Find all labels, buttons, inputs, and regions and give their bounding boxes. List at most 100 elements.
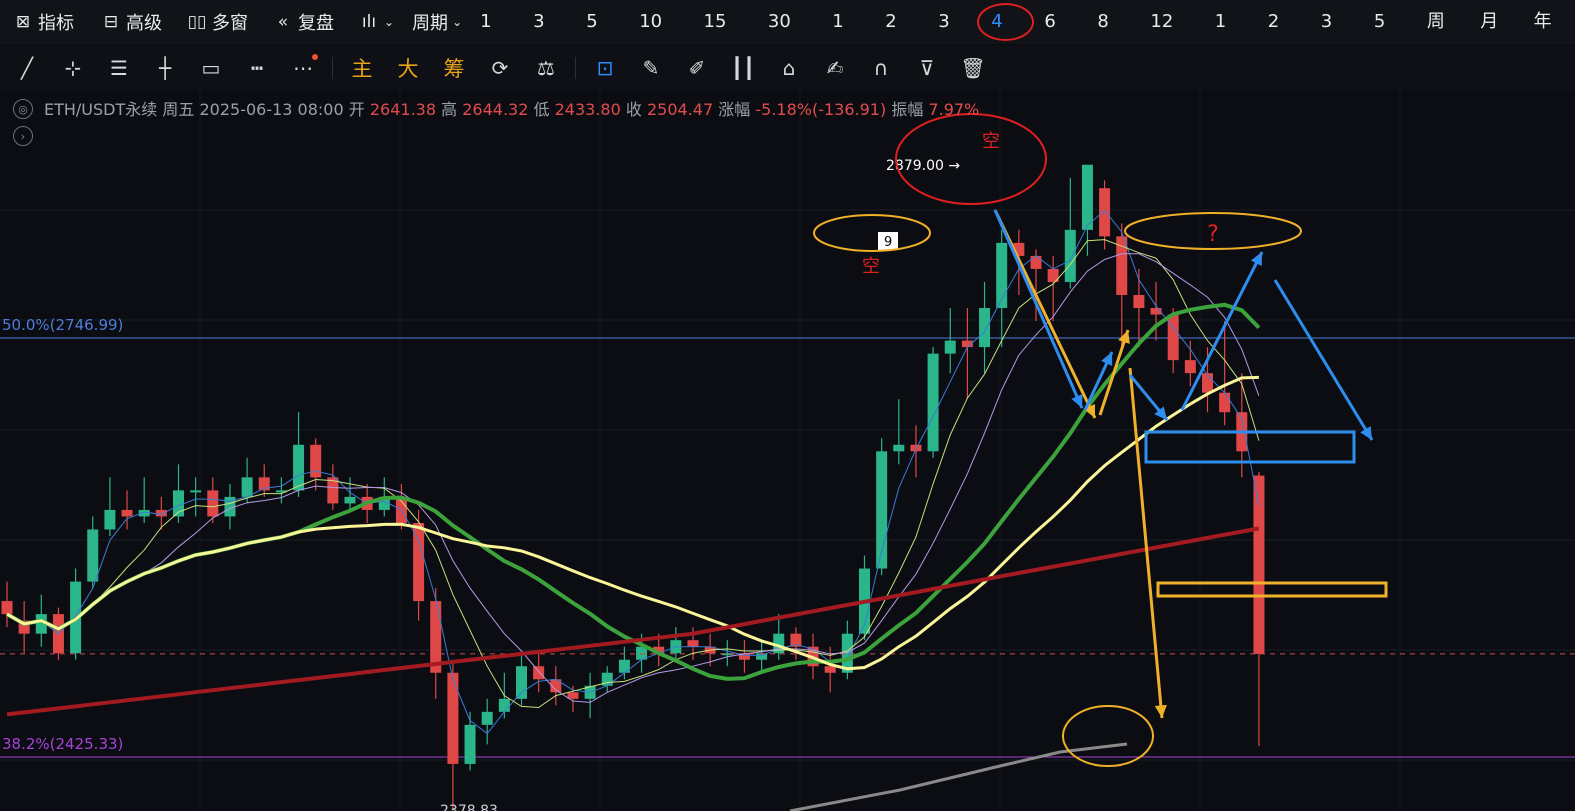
multiwindow-button[interactable]: ▯▯ 多窗 bbox=[186, 0, 248, 44]
drawing-toolbar: ╱ ⊹ ☰ ┼ ▭ ┅ ⋯ 主 大 筹 ⟳ ⚖ ⊡ ✎ ✐ ┃┃ ⌂ ✍ ∩ ⊽… bbox=[0, 46, 1575, 90]
period-tab[interactable]: 5日 bbox=[1362, 0, 1415, 76]
period-tab[interactable]: 周K bbox=[1415, 0, 1468, 76]
candle-body bbox=[1099, 188, 1111, 237]
close-value: 2504.47 bbox=[647, 100, 714, 119]
candle-body bbox=[927, 353, 939, 452]
yellow-ellipse-annotation bbox=[813, 214, 931, 252]
candle-body bbox=[996, 242, 1008, 309]
ma-line bbox=[6, 239, 1260, 709]
rewind-icon: « bbox=[277, 12, 289, 32]
candle-body bbox=[1064, 229, 1076, 282]
chip-distribution-button[interactable]: 筹 bbox=[431, 46, 477, 90]
candle-body bbox=[618, 659, 630, 673]
candle-body bbox=[1184, 360, 1196, 374]
period-tab[interactable]: 30分 bbox=[756, 0, 820, 76]
period-tab[interactable]: 1时 bbox=[820, 0, 873, 76]
yellow-arrow bbox=[1128, 367, 1164, 719]
candle-body bbox=[979, 308, 991, 348]
replay-label: 复盘 bbox=[298, 13, 334, 34]
candle-body bbox=[824, 666, 836, 673]
close-label: 收 bbox=[625, 100, 642, 119]
short-signal-label: 空 bbox=[862, 256, 880, 277]
period-menu-label: 周期 bbox=[412, 13, 449, 34]
lock-icon[interactable]: ⌂ bbox=[766, 46, 812, 90]
large-order-button[interactable]: 大 bbox=[385, 46, 431, 90]
td-count-label: 9 bbox=[884, 235, 892, 250]
trash-icon[interactable]: 🗑 bbox=[950, 46, 996, 90]
high-value: 2644.32 bbox=[462, 100, 529, 119]
candle-body bbox=[87, 529, 99, 582]
period-tab[interactable]: 3时 bbox=[926, 0, 979, 76]
candle-body bbox=[413, 522, 425, 602]
period-tab[interactable]: 6时 bbox=[1032, 0, 1085, 76]
price-chart[interactable]: 50.0%(2746.99)38.2%(2425.33)2879.00 →237… bbox=[0, 90, 1575, 811]
candle-body bbox=[893, 444, 905, 452]
period-tab[interactable]: 4时 bbox=[977, 0, 1035, 76]
period-tab[interactable]: 1日 bbox=[1203, 0, 1256, 76]
period-tab[interactable]: 月K bbox=[1468, 0, 1521, 76]
period-tab[interactable]: 15分 bbox=[692, 0, 756, 76]
candle-body bbox=[1081, 164, 1093, 230]
open-value: 2641.38 bbox=[369, 100, 437, 119]
briefcase-icon: ⊟ bbox=[103, 12, 119, 32]
period-tab[interactable]: 年K bbox=[1522, 0, 1575, 76]
horizontal-ray-tool-icon[interactable]: ⊹ bbox=[50, 46, 96, 90]
weekday: 周五 bbox=[162, 100, 195, 119]
brush-icon[interactable]: ✐ bbox=[674, 46, 720, 90]
yellow-arrow-head bbox=[1154, 704, 1167, 718]
main-force-button[interactable]: 主 bbox=[339, 46, 385, 90]
candle-body bbox=[1030, 255, 1042, 269]
ruler-icon[interactable]: ✎ bbox=[628, 46, 674, 90]
candle-body bbox=[1167, 314, 1179, 361]
ma-line bbox=[6, 375, 1259, 671]
ma-line bbox=[6, 253, 1260, 703]
yellow-arrow bbox=[1098, 329, 1130, 416]
replay-button[interactable]: « 复盘 bbox=[272, 0, 334, 44]
measure-tool-icon[interactable]: ┅ bbox=[234, 46, 280, 90]
chart-type-button[interactable]: ılı ⌄ bbox=[358, 0, 394, 44]
scale-icon[interactable]: ⚖ bbox=[523, 46, 569, 90]
rectangle-tool-icon[interactable]: ▭ bbox=[188, 46, 234, 90]
multiwindow-icon: ▯▯ bbox=[187, 12, 207, 32]
bookmark-icon[interactable]: ⊡ bbox=[582, 46, 628, 90]
change-label: 涨幅 bbox=[718, 100, 751, 119]
period-tab[interactable]: 2日 bbox=[1256, 0, 1309, 76]
datetime: 2025-06-13 08:00 bbox=[199, 100, 344, 119]
period-tab[interactable]: 3分 bbox=[521, 0, 574, 76]
period-tab[interactable]: 12时 bbox=[1138, 0, 1202, 76]
period-tab[interactable]: 2时 bbox=[873, 0, 926, 76]
more-tools-icon[interactable]: ⋯ bbox=[280, 46, 326, 90]
period-tab[interactable]: 10分 bbox=[627, 0, 691, 76]
candle-body bbox=[1, 601, 13, 615]
period-tab[interactable]: 5分 bbox=[574, 0, 627, 76]
period-tab[interactable]: 1分 bbox=[468, 0, 521, 76]
candle-body bbox=[155, 509, 167, 517]
low-value: 2433.80 bbox=[554, 100, 621, 119]
period-tab[interactable]: 8时 bbox=[1085, 0, 1138, 76]
trendline-tool-icon[interactable]: ╱ bbox=[4, 46, 50, 90]
collapse-icon[interactable]: ◎ bbox=[13, 99, 33, 119]
candles-icon[interactable]: ┃┃ bbox=[720, 46, 766, 90]
candle-body bbox=[481, 711, 493, 725]
horizontal-line-tool-icon[interactable]: ┼ bbox=[142, 46, 188, 90]
expand-icon[interactable]: › bbox=[13, 126, 33, 146]
indicators-button[interactable]: ⊠ 指标 bbox=[12, 0, 74, 44]
note-icon[interactable]: ✍ bbox=[812, 46, 858, 90]
sync-icon[interactable]: ⟳ bbox=[477, 46, 523, 90]
yellow-target-zone bbox=[1156, 581, 1388, 598]
candle-body bbox=[447, 672, 459, 764]
magnet-icon[interactable]: ∩ bbox=[858, 46, 904, 90]
filter-icon[interactable]: ⊽ bbox=[904, 46, 950, 90]
advanced-button[interactable]: ⊟ 高级 bbox=[100, 0, 162, 44]
period-tab[interactable]: 3日 bbox=[1309, 0, 1362, 76]
period-menu-button[interactable]: 周期 ⌄ bbox=[412, 0, 462, 44]
low-price-marker: 2378.83 bbox=[440, 803, 498, 811]
candle-body bbox=[104, 509, 116, 530]
blue-support-zone bbox=[1144, 430, 1356, 464]
question-mark-label: ? bbox=[1207, 222, 1219, 247]
active-period-highlight bbox=[977, 3, 1035, 41]
candle-body bbox=[241, 477, 253, 497]
candle-body bbox=[190, 490, 202, 493]
candle-body bbox=[207, 490, 219, 517]
parallel-channel-tool-icon[interactable]: ☰ bbox=[96, 46, 142, 90]
